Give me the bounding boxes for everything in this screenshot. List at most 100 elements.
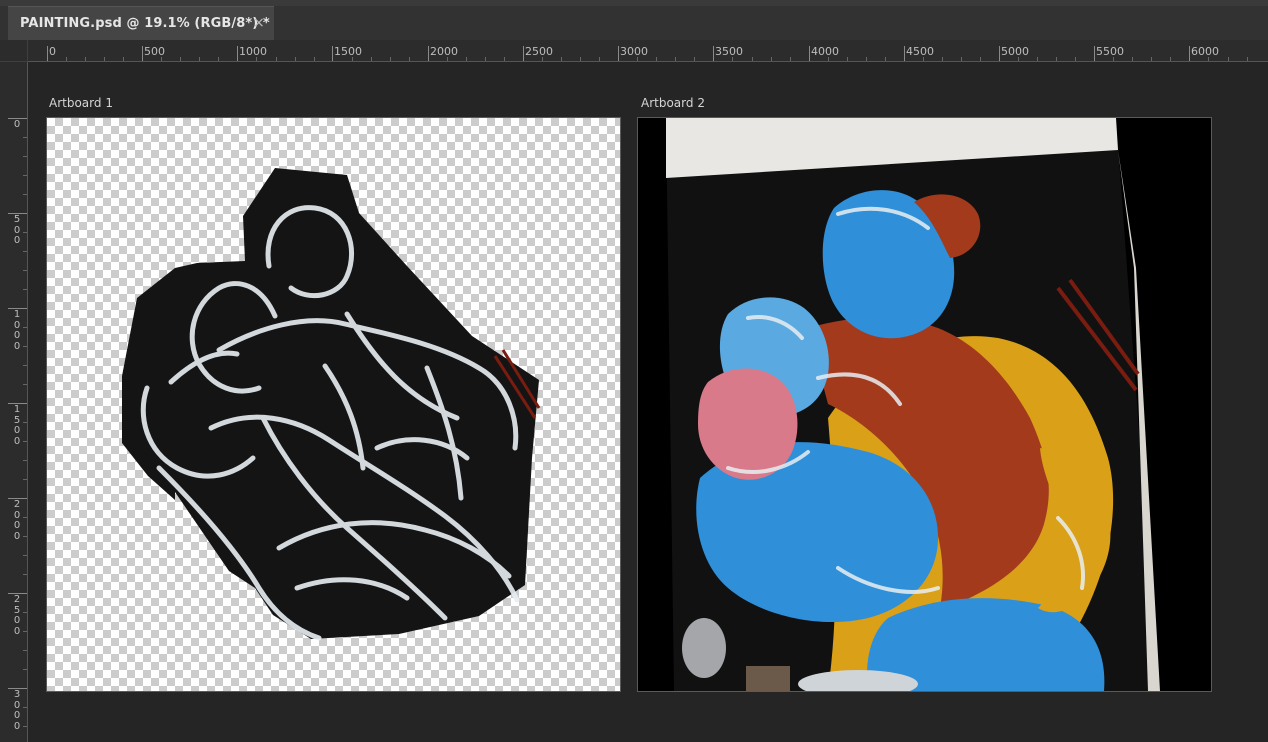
ruler-label: 1500: [334, 45, 362, 58]
ruler-minor-tick: [1151, 57, 1153, 61]
color-painting-image: [638, 118, 1211, 691]
ruler-minor-tick: [980, 57, 981, 61]
ruler-tick: [428, 46, 429, 61]
artboard-1[interactable]: [46, 117, 621, 692]
line-painting-cutout: [122, 168, 541, 641]
ruler-tick: [237, 46, 238, 61]
ruler-minor-tick: [694, 57, 696, 61]
ruler-label: 6000: [1191, 45, 1219, 58]
document-tab[interactable]: PAINTING.psd @ 19.1% (RGB/8*) * ×: [8, 6, 274, 41]
ruler-minor-tick: [637, 57, 639, 61]
ruler-minor-tick: [294, 57, 296, 61]
ruler-label: 5000: [1001, 45, 1029, 58]
ruler-minor-tick: [23, 726, 27, 727]
ruler-minor-tick: [23, 346, 27, 347]
ruler-minor-tick: [23, 365, 27, 366]
vertical-ruler[interactable]: 0 500 1000 1500 2000 2500 3000: [0, 62, 28, 742]
ruler-tick: [809, 46, 810, 61]
ruler-minor-tick: [23, 137, 27, 138]
ruler-minor-tick: [1208, 57, 1210, 61]
ruler-minor-tick: [23, 460, 27, 461]
ruler-minor-tick: [865, 57, 867, 61]
close-icon[interactable]: ×: [253, 15, 265, 31]
artboard-1-label[interactable]: Artboard 1: [49, 96, 113, 110]
ruler-minor-tick: [351, 57, 353, 61]
ruler-tick: [1189, 46, 1190, 61]
ruler-label: 4500: [906, 45, 934, 58]
ruler-label: 3000: [620, 45, 648, 58]
ruler-minor-tick: [751, 57, 753, 61]
ruler-minor-tick: [941, 57, 943, 61]
ruler-minor-tick: [732, 57, 734, 61]
ruler-minor-tick: [389, 57, 391, 61]
ruler-tick: [142, 46, 143, 61]
ruler-minor-tick: [23, 194, 27, 195]
ruler-label: 2500: [525, 45, 553, 58]
ruler-tick: [713, 46, 714, 61]
ruler-minor-tick: [465, 57, 467, 61]
ruler-minor-tick: [104, 57, 106, 61]
ruler-minor-tick: [23, 270, 27, 271]
ruler-tick: [332, 46, 333, 61]
horizontal-ruler[interactable]: 0 500 1000 1500 2000 2500 3000 3500 4000…: [28, 40, 1268, 62]
ruler-tick: [618, 46, 619, 61]
ruler-origin-corner[interactable]: [0, 40, 28, 62]
ruler-label: 2000: [430, 45, 458, 58]
ruler-minor-tick: [23, 555, 27, 556]
ruler-label: 3500: [715, 45, 743, 58]
artboard-2-label[interactable]: Artboard 2: [641, 96, 705, 110]
ruler-minor-tick: [23, 479, 27, 480]
ruler-minor-tick: [123, 57, 125, 61]
ruler-minor-tick: [884, 57, 886, 61]
ruler-minor-tick: [313, 57, 315, 61]
ruler-minor-tick: [161, 57, 163, 61]
ruler-minor-tick: [23, 707, 27, 708]
ruler-minor-tick: [23, 574, 27, 575]
ruler-minor-tick: [23, 536, 27, 537]
ruler-minor-tick: [504, 57, 505, 61]
ruler-minor-tick: [23, 650, 27, 651]
ruler-minor-tick: [23, 517, 27, 518]
ruler-label: 500: [13, 214, 21, 246]
ruler-minor-tick: [275, 57, 277, 61]
document-tab-title: PAINTING.psd @ 19.1% (RGB/8*) *: [20, 16, 270, 31]
ruler-tick: [1094, 46, 1095, 61]
ruler-minor-tick: [66, 57, 67, 61]
document-tab-bar: PAINTING.psd @ 19.1% (RGB/8*) * ×: [0, 0, 1268, 41]
ruler-minor-tick: [23, 232, 27, 233]
ruler-minor-tick: [580, 57, 582, 61]
ruler-minor-tick: [23, 327, 27, 328]
ruler-minor-tick: [542, 57, 543, 61]
ruler-minor-tick: [789, 57, 791, 61]
ruler-minor-tick: [846, 57, 848, 61]
ruler-tick: [523, 46, 524, 61]
ruler-minor-tick: [1132, 57, 1134, 61]
ruler-minor-tick: [23, 631, 27, 632]
ruler-minor-tick: [1170, 57, 1172, 61]
canvas-area[interactable]: Artboard 1 Artboard 2: [29, 63, 1268, 742]
ruler-minor-tick: [1037, 57, 1039, 61]
ruler-minor-tick: [23, 156, 27, 157]
ruler-minor-tick: [23, 422, 27, 423]
ruler-minor-tick: [599, 57, 601, 61]
ruler-minor-tick: [23, 612, 27, 613]
ruler-minor-tick: [1227, 57, 1229, 61]
ruler-minor-tick: [770, 57, 772, 61]
ruler-minor-tick: [256, 57, 258, 61]
ruler-minor-tick: [656, 57, 658, 61]
ruler-minor-tick: [218, 57, 220, 61]
ruler-minor-tick: [180, 57, 182, 61]
ruler-minor-tick: [23, 384, 27, 385]
artboard-2[interactable]: [637, 117, 1212, 692]
ruler-minor-tick: [1246, 57, 1248, 61]
ruler-minor-tick: [23, 289, 27, 290]
ruler-minor-tick: [1075, 57, 1077, 61]
ruler-minor-tick: [827, 57, 829, 61]
ruler-label: 2500: [13, 594, 21, 637]
ruler-label: 1500: [13, 404, 21, 447]
ruler-minor-tick: [960, 57, 962, 61]
ruler-label: 5500: [1096, 45, 1124, 58]
ruler-minor-tick: [484, 57, 486, 61]
ruler-minor-tick: [446, 57, 448, 61]
ruler-tick: [904, 46, 905, 61]
